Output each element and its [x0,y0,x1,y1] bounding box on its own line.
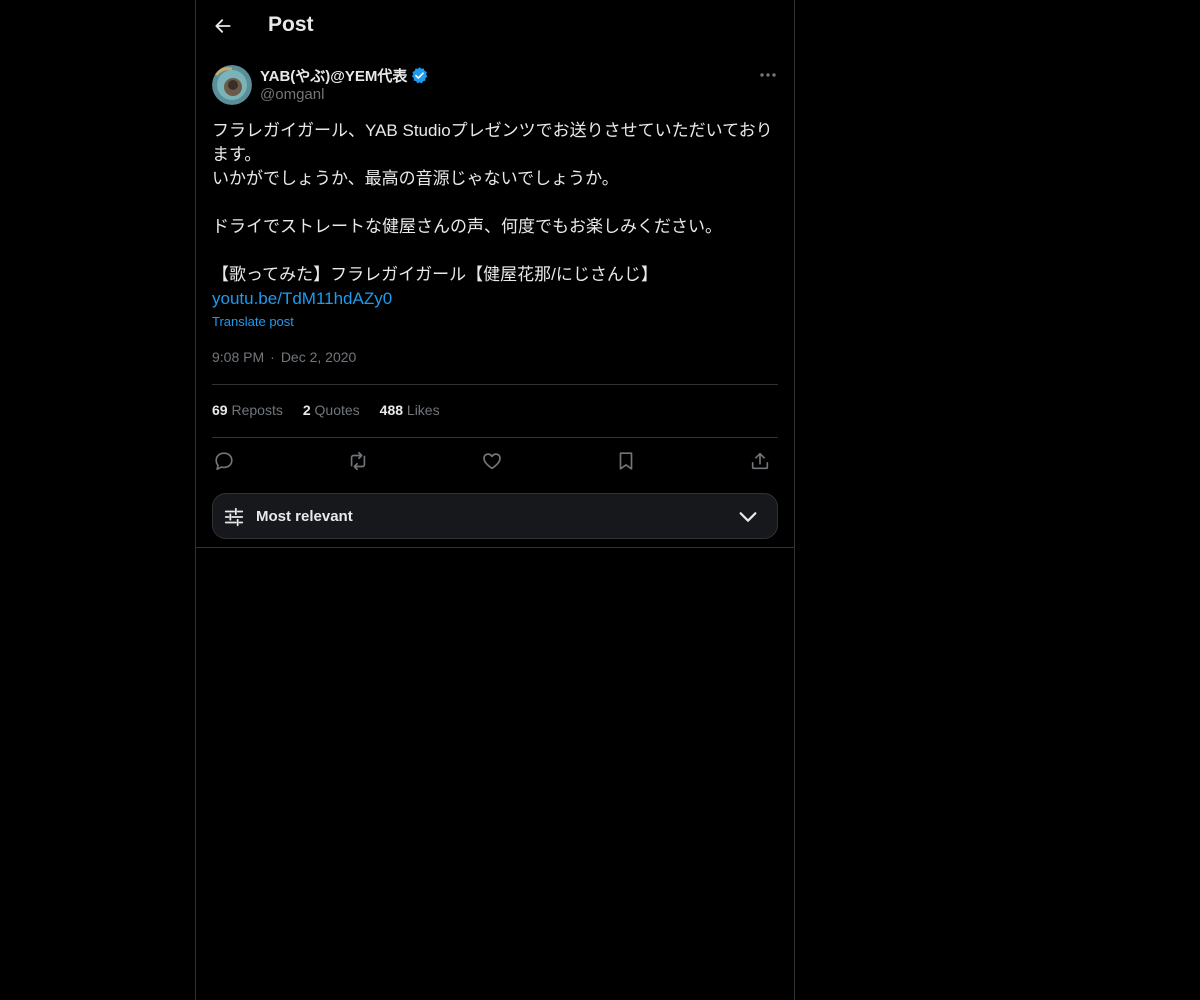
post-stats: 69 Reposts 2 Quotes 488 Likes [212,402,440,418]
author-handle[interactable]: @omganl [260,86,324,103]
bookmark-button[interactable] [614,449,638,473]
reposts-count: 69 [212,402,228,418]
sort-label: Most relevant [256,508,353,525]
action-bar [212,449,778,473]
post-date[interactable]: Dec 2, 2020 [281,349,357,365]
main-column: Post YAB(やぶ)@YEM代表 @omganl フラレガイガール、YAB … [195,0,795,1000]
divider [212,384,778,385]
reply-icon [215,452,233,471]
avatar[interactable] [212,65,252,105]
heart-icon [483,453,501,470]
likes-stat[interactable]: 488 Likes [380,402,440,418]
post-time[interactable]: 9:08 PM [212,349,264,365]
reposts-stat[interactable]: 69 Reposts [212,402,283,418]
bookmark-icon [619,452,633,470]
repost-icon [350,451,366,471]
reply-button[interactable] [212,449,236,473]
translate-link[interactable]: Translate post [212,314,294,329]
reply-sort-dropdown[interactable]: Most relevant [212,493,778,539]
avatar-image [212,65,252,105]
post-text: フラレガイガール、YAB Studioプレゼンツでお送りさせていただいております… [212,121,773,284]
like-button[interactable] [480,449,504,473]
repost-button[interactable] [346,449,370,473]
post-link[interactable]: youtu.be/TdM11hdAZy0 [212,287,392,311]
post-timestamp: 9:08 PM · Dec 2, 2020 [212,349,356,365]
divider [212,437,778,438]
chevron-down-icon [739,512,757,522]
timestamp-separator: · [270,349,275,365]
arrow-left-icon [215,19,231,33]
author-name[interactable]: YAB(やぶ)@YEM代表 [260,65,429,86]
quotes-label: Quotes [314,402,360,418]
likes-count: 488 [379,402,404,418]
reposts-label: Reposts [231,402,283,418]
more-button[interactable] [756,64,780,86]
quotes-stat[interactable]: 2 Quotes [303,402,360,418]
quotes-count: 2 [302,402,311,418]
more-horizontal-icon [760,73,776,77]
verified-badge-icon [412,67,428,84]
page-title: Post [268,13,314,36]
author-name-text: YAB(やぶ)@YEM代表 [260,68,408,85]
sliders-icon [224,507,244,527]
header: Post [196,0,794,53]
divider [196,547,794,548]
back-button[interactable] [208,11,238,41]
share-icon [751,452,769,470]
likes-label: Likes [406,402,440,418]
share-button[interactable] [748,449,772,473]
